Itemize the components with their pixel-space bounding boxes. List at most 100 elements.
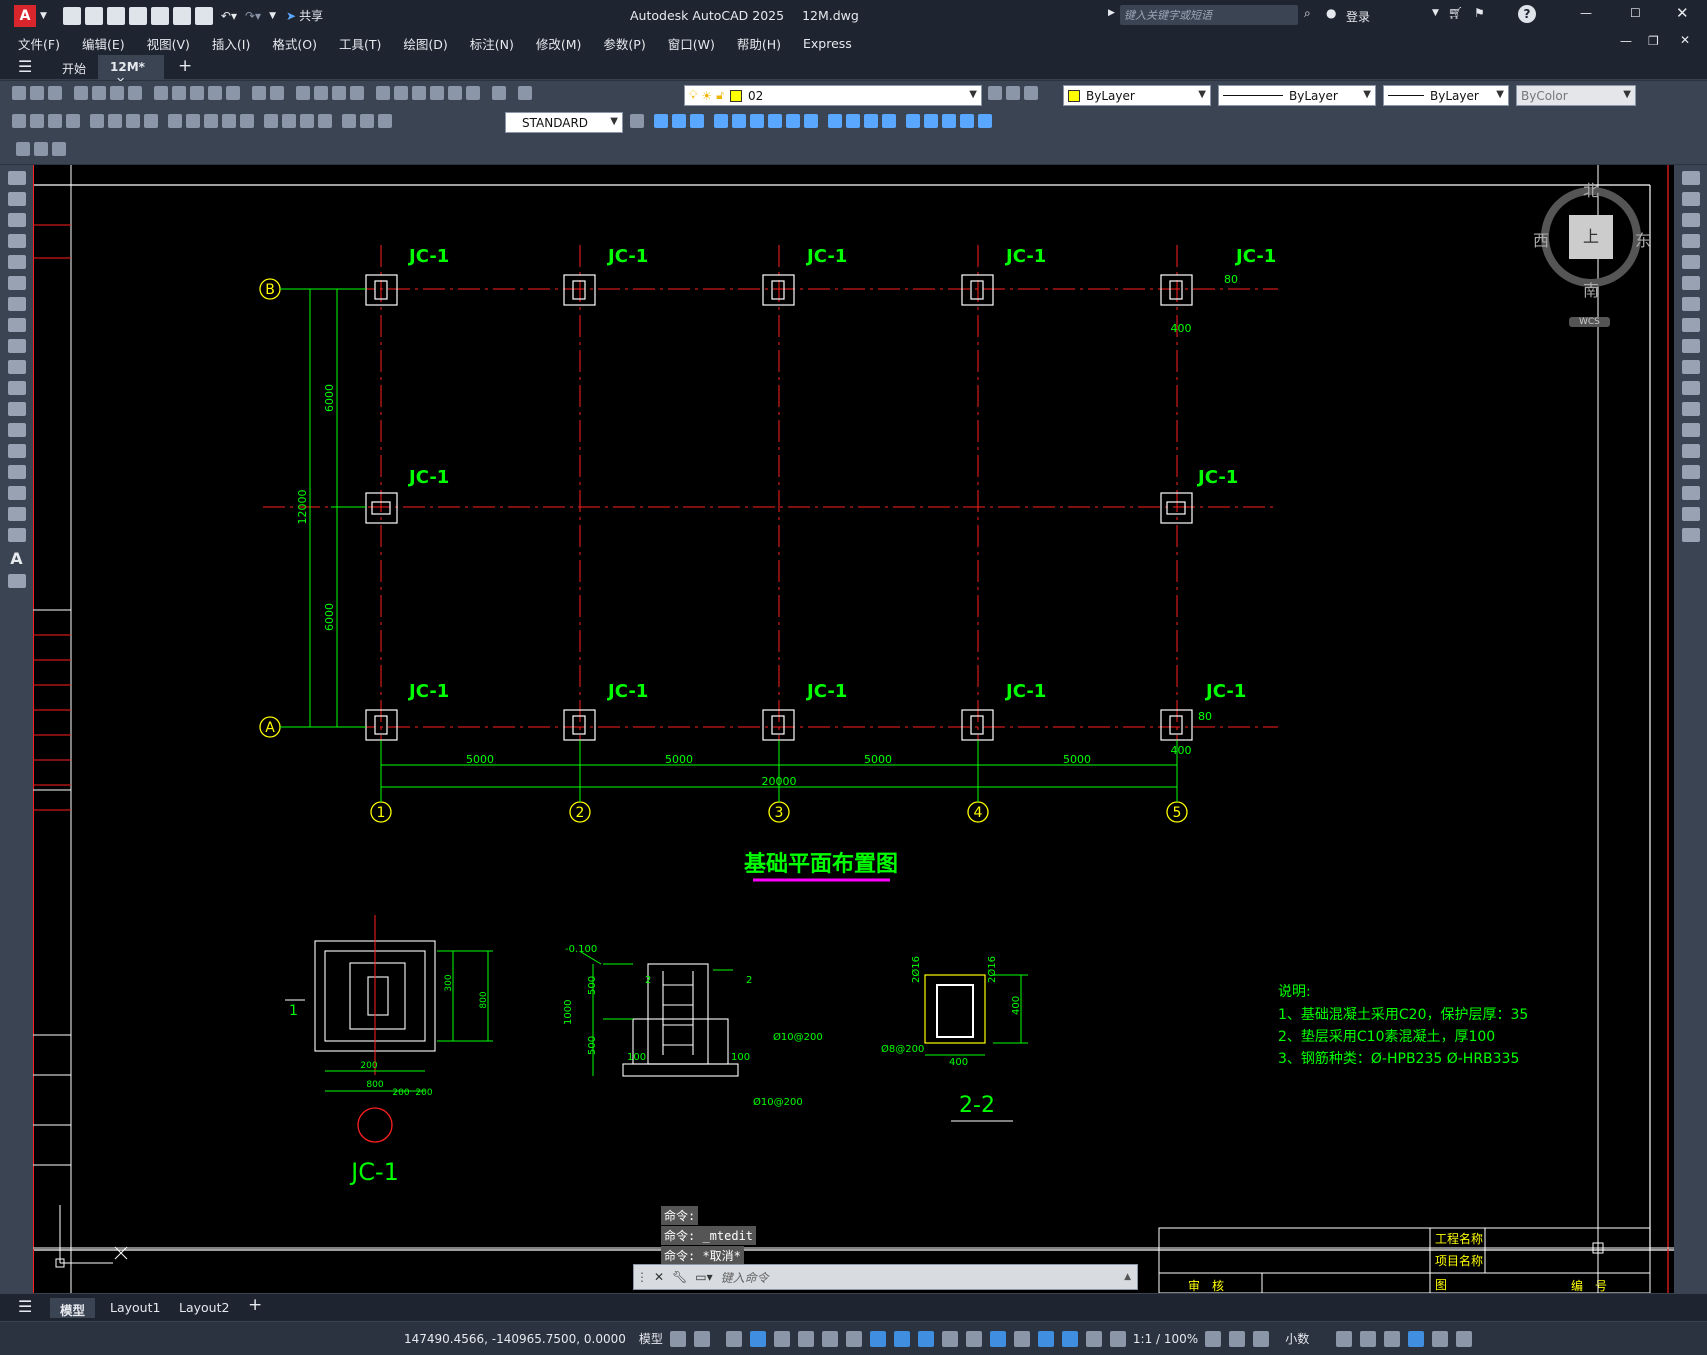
center-mark-icon[interactable] — [282, 114, 296, 128]
menu-modify[interactable]: 修改(M) — [525, 34, 593, 53]
copy-object-icon[interactable] — [1681, 192, 1700, 206]
layer-previous-icon[interactable] — [1006, 86, 1020, 100]
layer-on-icon[interactable]: 💡︎ — [689, 88, 697, 103]
revolve-icon[interactable] — [768, 114, 782, 128]
coordinates[interactable]: 147490.4566, -140965.7500, 0.0000 — [404, 1332, 626, 1346]
quick-dim-icon[interactable] — [168, 114, 182, 128]
redo-icon[interactable]: ↷▾ — [245, 9, 261, 23]
autodesk-a360-icon[interactable]: ⚑ — [1474, 6, 1485, 20]
annotation-monitor-icon[interactable] — [1229, 1330, 1246, 1347]
dim-diameter-icon[interactable] — [126, 114, 140, 128]
save-to-web-icon[interactable] — [34, 142, 48, 156]
mtext-icon[interactable]: A — [0, 549, 33, 568]
save-icon[interactable] — [48, 86, 62, 100]
lock-ui-icon[interactable] — [1360, 1330, 1377, 1347]
ortho-icon[interactable] — [773, 1330, 790, 1347]
tab-layout2[interactable]: Layout2 — [169, 1298, 239, 1318]
extend-icon[interactable] — [1681, 381, 1700, 395]
dim-linear-icon[interactable] — [12, 114, 26, 128]
osnap-icon[interactable] — [869, 1330, 886, 1347]
blend-curves-icon[interactable] — [1681, 507, 1700, 521]
model-space-toggle[interactable]: 模型 — [639, 1330, 663, 1347]
match-prop-icon[interactable] — [208, 86, 222, 100]
interfere-icon[interactable] — [882, 114, 896, 128]
linetype-dropdown[interactable]: ByLayer ▼ — [1218, 85, 1376, 106]
move-icon[interactable] — [1681, 276, 1700, 290]
doc-minimize-icon[interactable]: — — [1620, 34, 1632, 48]
open-icon[interactable] — [84, 6, 103, 25]
cmdline-close-icon[interactable]: ✕ — [654, 1270, 664, 1284]
calculator-icon[interactable] — [466, 86, 480, 100]
make-current-layer-icon[interactable] — [988, 86, 1002, 100]
3d-wedge-icon[interactable] — [672, 114, 686, 128]
layer-lock-icon[interactable]: 🔓︎ — [716, 88, 724, 103]
open-icon[interactable] — [30, 86, 44, 100]
dim-arc-icon[interactable] — [48, 114, 62, 128]
annotation-scale[interactable]: 1:1 / 100% — [1133, 1332, 1198, 1346]
pan-icon[interactable] — [296, 86, 310, 100]
dim-edit-icon[interactable] — [342, 114, 356, 128]
break-at-point-icon[interactable] — [1681, 402, 1700, 416]
subtract-icon[interactable] — [846, 114, 860, 128]
batch-plot-icon[interactable] — [52, 142, 66, 156]
gizmo-icon[interactable] — [1037, 1330, 1054, 1347]
sweep-icon[interactable] — [750, 114, 764, 128]
polygon-icon[interactable] — [7, 234, 26, 248]
break-icon[interactable] — [1681, 423, 1700, 437]
3d-mirror-icon[interactable] — [978, 114, 992, 128]
cmdline-grip-icon[interactable]: ⋮ — [636, 1270, 648, 1284]
plot-icon[interactable] — [74, 86, 88, 100]
annotation-visibility-icon[interactable] — [1061, 1330, 1078, 1347]
revision-cloud-icon[interactable] — [7, 318, 26, 332]
tool-palettes-icon[interactable] — [412, 86, 426, 100]
doc-close-icon[interactable]: ✕ — [1680, 33, 1690, 47]
3d-osnap-icon[interactable] — [965, 1330, 982, 1347]
design-center-icon[interactable] — [394, 86, 408, 100]
presspull-icon[interactable] — [732, 114, 746, 128]
color-dropdown[interactable]: ByLayer ▼ — [1063, 85, 1211, 106]
array-icon[interactable] — [1681, 255, 1700, 269]
cart-icon[interactable]: 🛒︎ — [1448, 6, 1463, 20]
dim-radius-icon[interactable] — [90, 114, 104, 128]
workspace-gear-icon[interactable] — [1205, 1330, 1222, 1347]
new-tab-icon[interactable]: + — [178, 56, 192, 76]
stretch-icon[interactable] — [1681, 339, 1700, 353]
trim-icon[interactable] — [1681, 360, 1700, 374]
intersect-icon[interactable] — [864, 114, 878, 128]
mirror-icon[interactable] — [1681, 213, 1700, 227]
inspect-icon[interactable] — [300, 114, 314, 128]
join-icon[interactable] — [1681, 444, 1700, 458]
viewcube-north[interactable]: 北 — [1583, 177, 1599, 201]
qat-dropdown-icon[interactable]: ▼ — [269, 11, 276, 21]
block-attrib-icon[interactable] — [16, 142, 30, 156]
hamburger-icon[interactable]: ☰ — [18, 57, 32, 76]
jog-line-icon[interactable] — [318, 114, 332, 128]
dim-angular-icon[interactable] — [144, 114, 158, 128]
selection-cycling-icon[interactable] — [941, 1330, 958, 1347]
viewcube-south[interactable]: 南 — [1583, 277, 1599, 301]
selection-filter-icon[interactable] — [1013, 1330, 1030, 1347]
fillet-icon[interactable] — [1681, 486, 1700, 500]
cmdline-prompt-icon[interactable]: ▭▾ — [695, 1270, 712, 1284]
qnew-icon[interactable] — [12, 86, 26, 100]
dwf-icon[interactable] — [128, 86, 142, 100]
drawing-canvas[interactable]: JC-1 JC-1 JC-1 JC-1 JC-1 JC-1 JC-1 JC-1 … — [33, 165, 1674, 1293]
3d-array-icon[interactable] — [960, 114, 974, 128]
share-button[interactable]: 共享 — [299, 7, 323, 24]
undo-icon[interactable] — [252, 86, 266, 100]
otrack-icon[interactable] — [845, 1330, 862, 1347]
polar-icon[interactable] — [797, 1330, 814, 1347]
cmdline-customize-icon[interactable]: 🔧︎ — [672, 1270, 687, 1284]
app-logo[interactable]: A — [14, 4, 36, 27]
wcs-button[interactable]: WCS — [1569, 317, 1610, 327]
web-save-icon[interactable] — [150, 6, 169, 25]
point-icon[interactable] — [7, 444, 26, 458]
menu-dimension[interactable]: 标注(N) — [459, 34, 525, 53]
menu-parametric[interactable]: 参数(P) — [592, 34, 656, 53]
make-block-icon[interactable] — [7, 423, 26, 437]
command-input[interactable]: 键入命令 — [721, 1269, 769, 1286]
save-as-icon[interactable] — [128, 6, 147, 25]
menu-insert[interactable]: 插入(I) — [201, 34, 261, 53]
app-menu-arrow-icon[interactable]: ▼ — [40, 11, 47, 21]
loft-icon[interactable] — [786, 114, 800, 128]
